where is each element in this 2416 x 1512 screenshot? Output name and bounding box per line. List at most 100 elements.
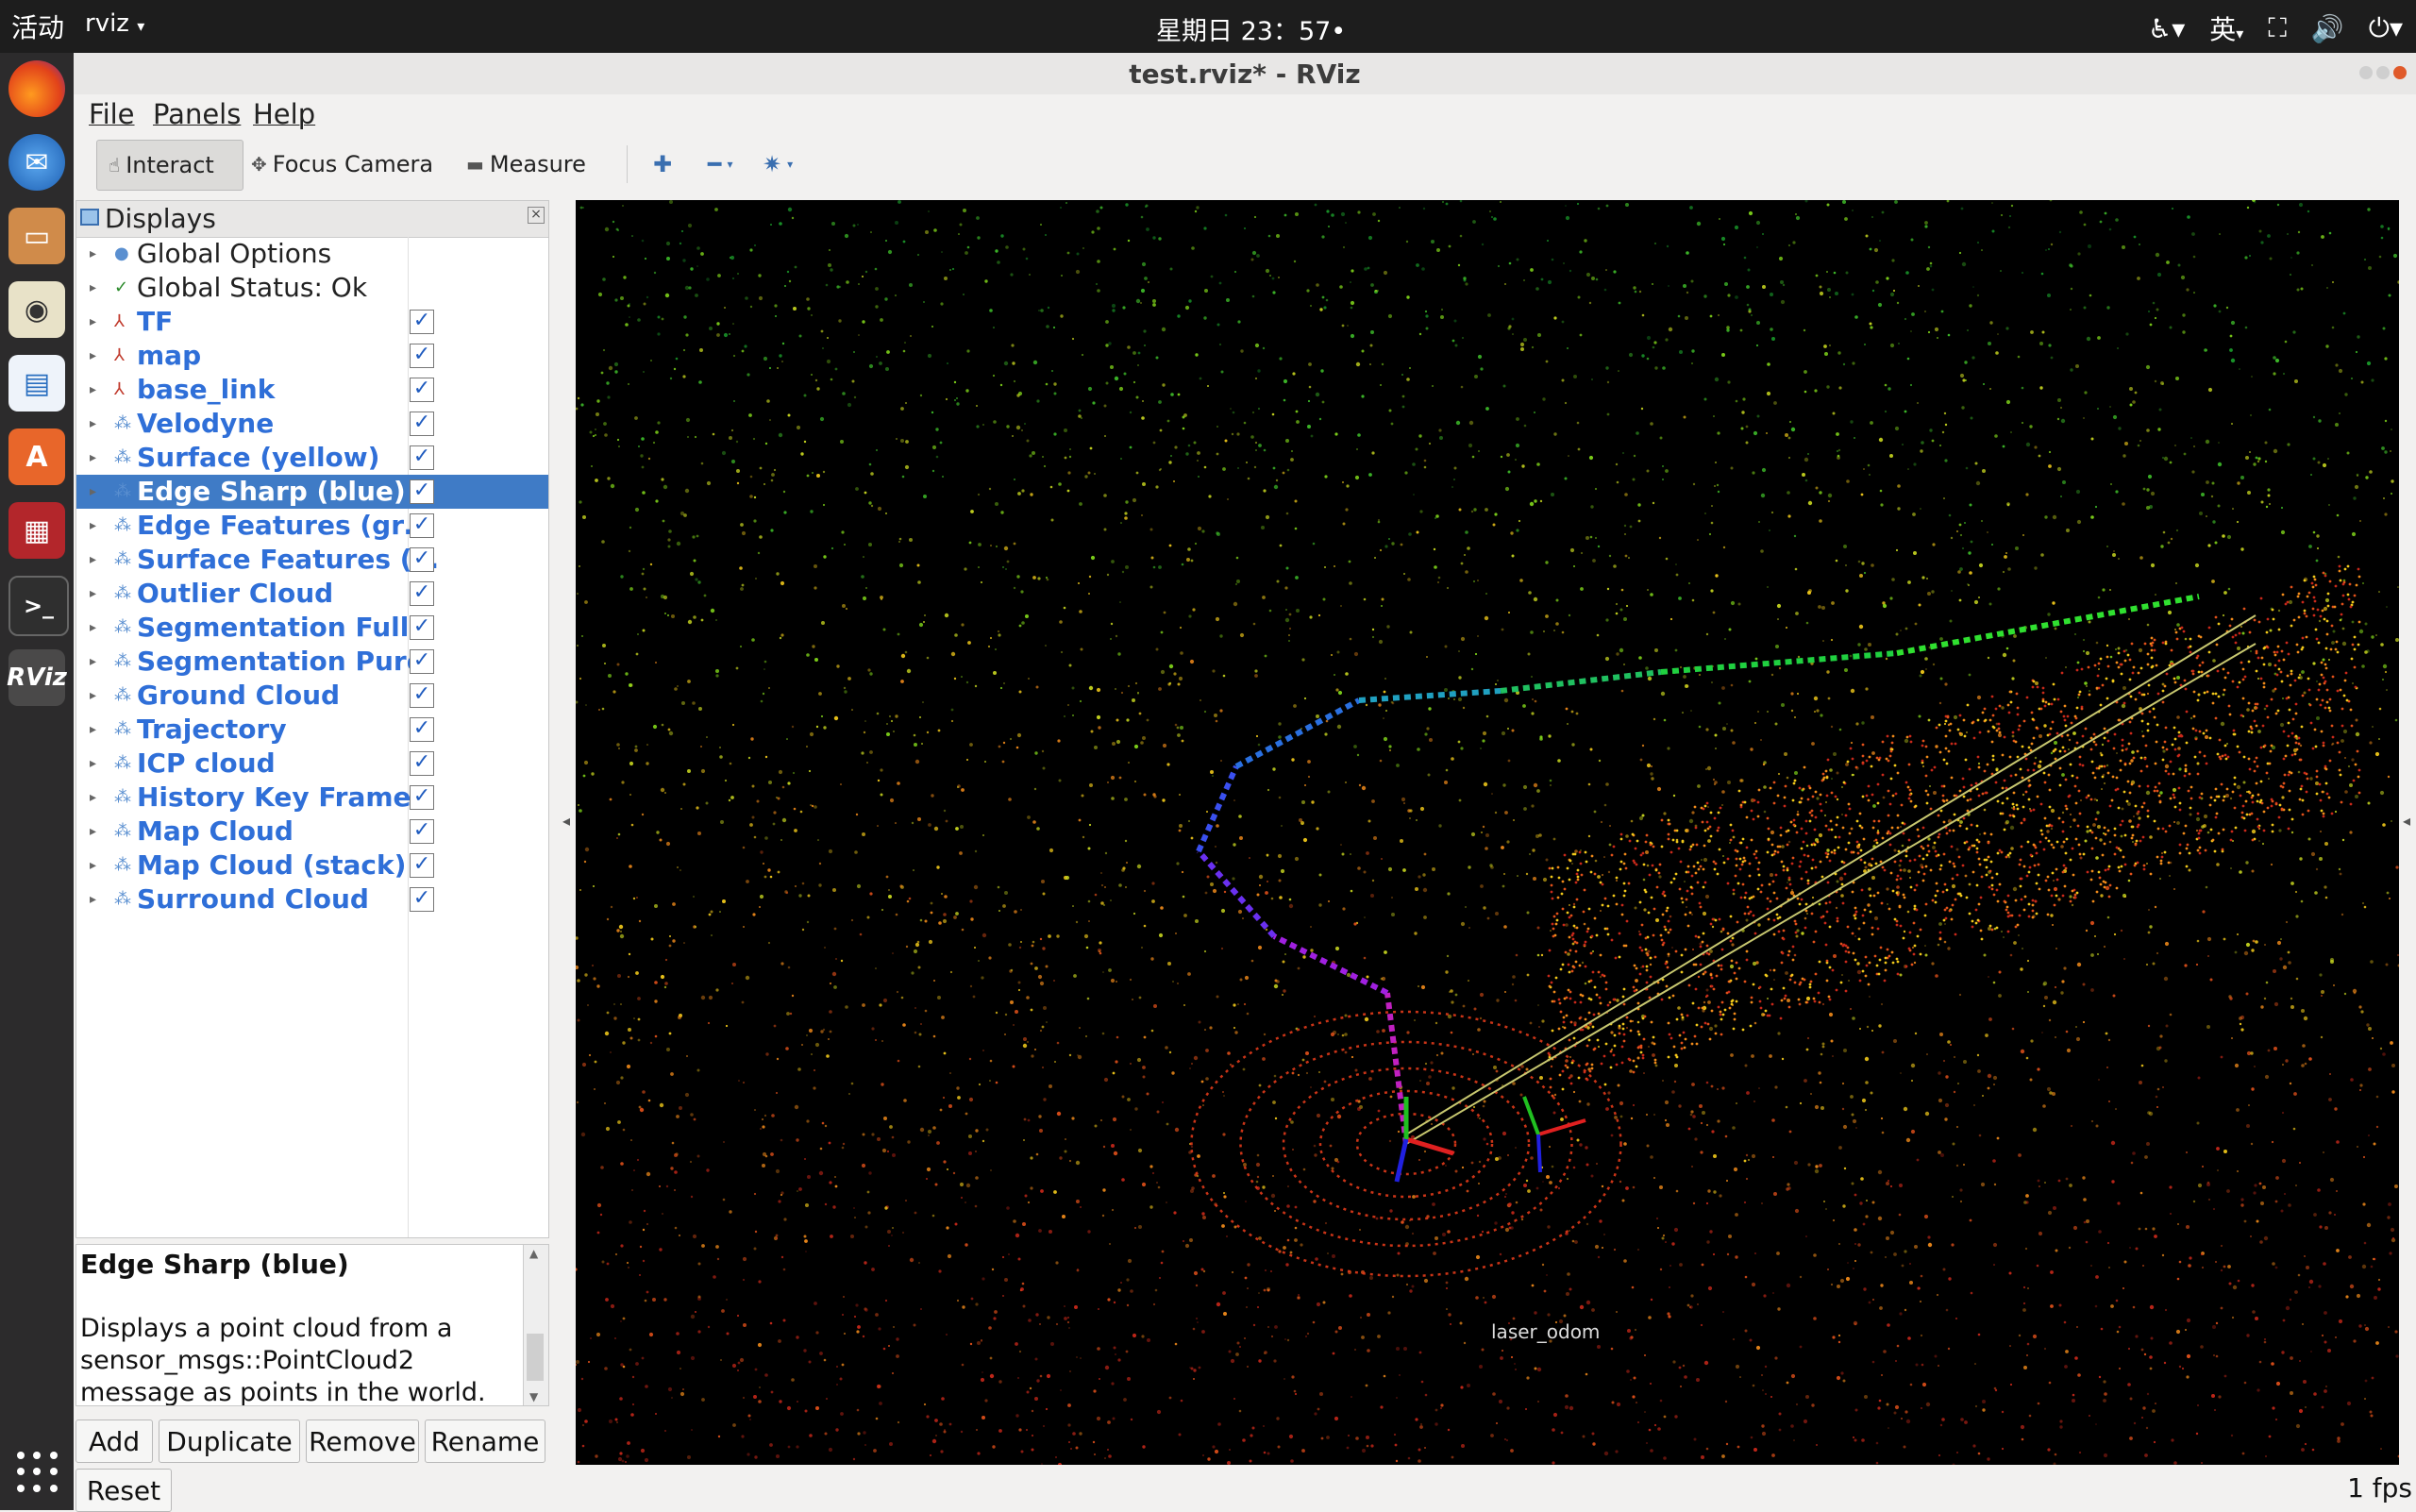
enable-checkbox[interactable]: ✓ <box>410 445 434 470</box>
expand-arrow-icon[interactable]: ▸ <box>90 271 96 305</box>
enable-checkbox[interactable]: ✓ <box>410 412 434 436</box>
display-row[interactable]: ▸ ⅄ TF ✓ <box>76 305 548 339</box>
display-row[interactable]: ▸ ⁂ Surround Cloud ✓ <box>76 882 548 916</box>
duplicate-display-button[interactable]: Duplicate <box>159 1420 300 1463</box>
firefox-icon[interactable] <box>8 60 65 117</box>
display-row[interactable]: ▸ ⅄ base_link ✓ <box>76 373 548 407</box>
expand-arrow-icon[interactable]: ▸ <box>90 577 96 611</box>
menu-file[interactable]: File <box>89 98 135 130</box>
tool-properties-icon[interactable]: ✷ ▾ <box>763 140 793 189</box>
activities-button[interactable]: 活动 <box>11 8 64 45</box>
remove-tool-icon[interactable]: ━ ▾ <box>708 140 732 189</box>
expand-arrow-icon[interactable]: ▸ <box>90 645 96 679</box>
expand-arrow-icon[interactable]: ▸ <box>90 305 96 339</box>
expand-arrow-icon[interactable]: ▸ <box>90 815 96 848</box>
accessibility-icon[interactable]: ♿▾ <box>2148 13 2185 44</box>
display-row[interactable]: ▸ ⁂ Segmentation Pure ✓ <box>76 645 548 679</box>
enable-checkbox[interactable]: ✓ <box>410 581 434 606</box>
enable-checkbox[interactable]: ✓ <box>410 683 434 708</box>
expand-arrow-icon[interactable]: ▸ <box>90 237 96 271</box>
expand-arrow-icon[interactable]: ▸ <box>90 441 96 475</box>
files-icon[interactable]: ▭ <box>8 208 65 264</box>
expand-arrow-icon[interactable]: ▸ <box>90 373 96 407</box>
display-row[interactable]: ▸ ⁂ History Key Frames ✓ <box>76 781 548 815</box>
expand-arrow-icon[interactable]: ▸ <box>90 407 96 441</box>
power-icon[interactable]: ⏻▾ <box>2369 12 2403 44</box>
add-display-button[interactable]: Add <box>76 1420 153 1463</box>
enable-checkbox[interactable]: ✓ <box>410 344 434 368</box>
menu-help[interactable]: Help <box>253 98 315 130</box>
expand-arrow-icon[interactable]: ▸ <box>90 781 96 815</box>
expand-arrow-icon[interactable]: ▸ <box>90 679 96 713</box>
input-method-indicator[interactable]: 英▾ <box>2209 9 2243 47</box>
enable-checkbox[interactable]: ✓ <box>410 751 434 776</box>
system-tray[interactable]: ♿▾ 英▾ ⛶ 🔊 ⏻▾ <box>2148 9 2403 47</box>
rviz-icon[interactable]: RViz <box>7 649 67 706</box>
close-icon[interactable] <box>2393 66 2407 79</box>
app-menu[interactable]: rviz ▾ <box>85 9 144 38</box>
point-cloud-scene[interactable] <box>576 200 2399 1465</box>
measure-tool-button[interactable]: ▬ Measure <box>466 140 586 189</box>
focus-camera-tool-button[interactable]: ✥ Focus Camera <box>251 140 433 189</box>
scrollbar-thumb[interactable] <box>527 1334 544 1381</box>
enable-checkbox[interactable]: ✓ <box>410 887 434 912</box>
display-row[interactable]: ▸ ⁂ Surface Features (… ✓ <box>76 543 548 577</box>
enable-checkbox[interactable]: ✓ <box>410 310 434 334</box>
display-row[interactable]: ▸ ● Global Options <box>76 237 548 271</box>
display-row[interactable]: ▸ ⁂ Map Cloud (stack) ✓ <box>76 848 548 882</box>
left-splitter-handle[interactable]: ◂ <box>562 812 570 830</box>
render-viewport[interactable]: laser_odom <box>576 200 2399 1465</box>
expand-arrow-icon[interactable]: ▸ <box>90 339 96 373</box>
display-row[interactable]: ▸ ⁂ Edge Sharp (blue) ✓ <box>76 475 548 509</box>
enable-checkbox[interactable]: ✓ <box>410 479 434 504</box>
display-row[interactable]: ▸ ⁂ Velodyne ✓ <box>76 407 548 441</box>
volume-icon[interactable]: 🔊 <box>2311 13 2344 44</box>
display-row[interactable]: ▸ ⁂ ICP cloud ✓ <box>76 747 548 781</box>
app-icon[interactable]: ▦ <box>8 502 65 559</box>
enable-checkbox[interactable]: ✓ <box>410 717 434 742</box>
remove-display-button[interactable]: Remove <box>306 1420 419 1463</box>
expand-arrow-icon[interactable]: ▸ <box>90 713 96 747</box>
scroll-up-icon[interactable]: ▲ <box>529 1247 538 1260</box>
thunderbird-icon[interactable]: ✉ <box>8 134 65 191</box>
rename-display-button[interactable]: Rename <box>425 1420 545 1463</box>
terminal-icon[interactable]: >_ <box>8 576 69 636</box>
display-row[interactable]: ▸ ✓ Global Status: Ok <box>76 271 548 305</box>
expand-arrow-icon[interactable]: ▸ <box>90 475 96 509</box>
display-row[interactable]: ▸ ⁂ Surface (yellow) ✓ <box>76 441 548 475</box>
enable-checkbox[interactable]: ✓ <box>410 615 434 640</box>
menu-panels[interactable]: Panels <box>153 98 241 130</box>
interact-tool-button[interactable]: ☝ Interact <box>96 140 243 191</box>
display-row[interactable]: ▸ ⁂ Map Cloud ✓ <box>76 815 548 848</box>
enable-checkbox[interactable]: ✓ <box>410 819 434 844</box>
expand-arrow-icon[interactable]: ▸ <box>90 509 96 543</box>
display-row[interactable]: ▸ ⁂ Trajectory ✓ <box>76 713 548 747</box>
expand-arrow-icon[interactable]: ▸ <box>90 882 96 916</box>
display-row[interactable]: ▸ ⅄ map ✓ <box>76 339 548 373</box>
display-row[interactable]: ▸ ⁂ Ground Cloud ✓ <box>76 679 548 713</box>
clock[interactable]: 星期日 23：57• <box>1156 10 1346 47</box>
expand-arrow-icon[interactable]: ▸ <box>90 543 96 577</box>
description-scrollbar[interactable]: ▲ ▼ <box>523 1245 548 1405</box>
enable-checkbox[interactable]: ✓ <box>410 785 434 810</box>
show-applications-icon[interactable] <box>17 1452 59 1493</box>
enable-checkbox[interactable]: ✓ <box>410 547 434 572</box>
display-row[interactable]: ▸ ⁂ Edge Features (gr… ✓ <box>76 509 548 543</box>
enable-checkbox[interactable]: ✓ <box>410 853 434 878</box>
add-tool-icon[interactable]: ✚ <box>653 140 672 189</box>
rhythmbox-icon[interactable]: ◉ <box>8 281 65 338</box>
maximize-icon[interactable] <box>2376 66 2390 79</box>
network-icon[interactable]: ⛶ <box>2268 12 2287 44</box>
enable-checkbox[interactable]: ✓ <box>410 378 434 402</box>
expand-arrow-icon[interactable]: ▸ <box>90 747 96 781</box>
software-center-icon[interactable]: A <box>8 428 65 485</box>
enable-checkbox[interactable]: ✓ <box>410 649 434 674</box>
close-panel-icon[interactable]: × <box>528 207 545 224</box>
expand-arrow-icon[interactable]: ▸ <box>90 611 96 645</box>
display-row[interactable]: ▸ ⁂ Segmentation Full ✓ <box>76 611 548 645</box>
right-splitter-handle[interactable]: ◂ <box>2403 812 2410 830</box>
scroll-down-icon[interactable]: ▼ <box>529 1390 538 1403</box>
reset-button[interactable]: Reset <box>76 1469 172 1512</box>
display-row[interactable]: ▸ ⁂ Outlier Cloud ✓ <box>76 577 548 611</box>
expand-arrow-icon[interactable]: ▸ <box>90 848 96 882</box>
